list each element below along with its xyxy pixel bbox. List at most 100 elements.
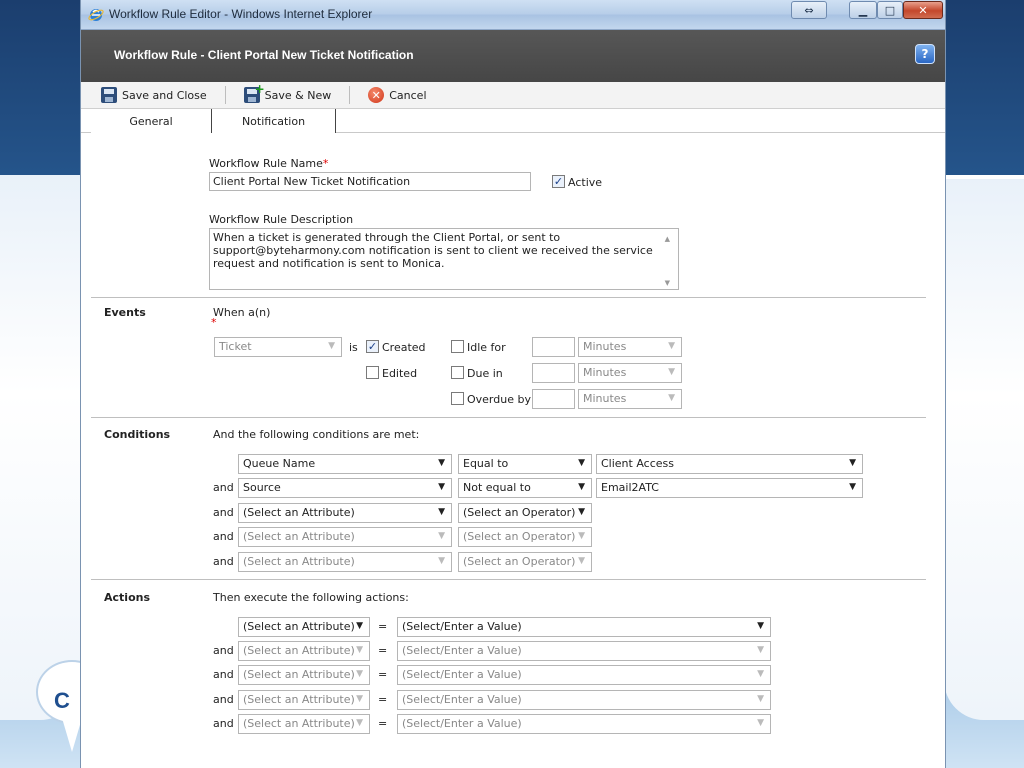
chevron-down-icon: ▼ — [849, 458, 856, 468]
and-label: and — [213, 668, 234, 681]
desktop-logo-text: C — [54, 688, 70, 713]
due-in-unit-select[interactable]: Minutes ▼ — [578, 363, 682, 383]
cancel-label: Cancel — [389, 88, 427, 102]
created-checkbox[interactable]: ✓ — [366, 340, 379, 353]
condition-attribute-select[interactable]: (Select an Attribute) ▼ — [238, 503, 452, 523]
condition-operator-select[interactable]: Not equal to ▼ — [458, 478, 592, 498]
chevron-down-icon: ▼ — [849, 482, 856, 492]
action-attribute-select[interactable]: (Select an Attribute) ▼ — [238, 690, 370, 710]
edited-label: Edited — [382, 367, 418, 380]
and-label: and — [213, 644, 234, 657]
actions-section-label: Actions — [104, 591, 150, 604]
close-icon: ✕ — [918, 3, 928, 17]
maximize-button[interactable]: □ — [877, 1, 903, 19]
general-tab-content: Workflow Rule Name* Client Portal New Ti… — [81, 133, 945, 768]
action-value-select[interactable]: (Select/Enter a Value) ▼ — [397, 690, 771, 710]
active-checkbox[interactable]: ✓ — [552, 175, 565, 188]
chevron-down-icon: ▼ — [668, 367, 675, 377]
due-in-value-input[interactable] — [532, 363, 575, 383]
workflow-rule-editor-window: Workflow Rule Editor - Windows Internet … — [80, 0, 946, 768]
overdue-by-unit-select[interactable]: Minutes ▼ — [578, 389, 682, 409]
minimize-icon: ▁ — [858, 3, 868, 17]
conditions-section-label: Conditions — [104, 428, 171, 441]
rule-description-textarea[interactable]: When a ticket is generated through the C… — [209, 228, 679, 290]
idle-for-label: Idle for — [467, 341, 506, 354]
save-icon — [101, 87, 117, 103]
rule-name-input[interactable]: Client Portal New Ticket Notification — [209, 172, 531, 191]
due-in-label: Due in — [467, 367, 503, 380]
divider — [91, 417, 926, 418]
scroll-down-icon[interactable]: ▼ — [665, 277, 670, 290]
and-label: and — [213, 530, 234, 543]
condition-attribute-select[interactable]: Source ▼ — [238, 478, 452, 498]
condition-operator-select[interactable]: (Select an Operator) ▼ — [458, 503, 592, 523]
overdue-by-value-input[interactable] — [532, 389, 575, 409]
action-attribute-select[interactable]: (Select an Attribute) ▼ — [238, 617, 370, 637]
idle-for-value-input[interactable] — [532, 337, 575, 357]
idle-for-unit-select[interactable]: Minutes ▼ — [578, 337, 682, 357]
tab-general[interactable]: General — [91, 109, 211, 133]
help-icon[interactable]: ? — [915, 44, 935, 64]
action-value-select[interactable]: (Select/Enter a Value) ▼ — [397, 665, 771, 685]
idle-for-checkbox[interactable] — [451, 340, 464, 353]
page-title: Workflow Rule - Client Portal New Ticket… — [114, 48, 414, 62]
desktop-background-left — [0, 175, 80, 720]
chevron-down-icon: ▼ — [757, 669, 764, 679]
active-label: Active — [568, 176, 603, 189]
and-label: and — [213, 555, 234, 568]
due-in-checkbox[interactable] — [451, 366, 464, 379]
action-attribute-select[interactable]: (Select an Attribute) ▼ — [238, 641, 370, 661]
save-and-new-button[interactable]: + Save & New — [243, 82, 331, 103]
and-label: and — [213, 693, 234, 706]
required-asterisk: * — [211, 316, 217, 329]
chevron-down-icon: ▼ — [356, 669, 363, 679]
divider — [91, 297, 926, 298]
equals-sign: = — [378, 644, 388, 657]
action-attribute-select[interactable]: (Select an Attribute) ▼ — [238, 665, 370, 685]
condition-value-select[interactable]: Email2ATC ▼ — [596, 478, 863, 498]
toolbar-separator — [349, 86, 351, 104]
edited-checkbox[interactable] — [366, 366, 379, 379]
condition-attribute-select[interactable]: (Select an Attribute) ▼ — [238, 552, 452, 572]
chevron-down-icon: ▼ — [757, 645, 764, 655]
created-label: Created — [382, 341, 426, 354]
condition-attribute-select[interactable]: Queue Name ▼ — [238, 454, 452, 474]
cancel-icon: ✕ — [368, 87, 385, 103]
chevron-down-icon: ▼ — [757, 694, 764, 704]
chevron-down-icon: ▼ — [578, 507, 585, 517]
resize-window-button[interactable]: ⇔ — [791, 1, 827, 19]
chevron-down-icon: ▼ — [356, 718, 363, 728]
condition-operator-select[interactable]: (Select an Operator) ▼ — [458, 552, 592, 572]
action-value-select[interactable]: (Select/Enter a Value) ▼ — [397, 641, 771, 661]
action-value-select[interactable]: (Select/Enter a Value) ▼ — [397, 617, 771, 637]
condition-attribute-select[interactable]: (Select an Attribute) ▼ — [238, 527, 452, 547]
condition-operator-select[interactable]: (Select an Operator) ▼ — [458, 527, 592, 547]
events-section-label: Events — [104, 306, 146, 319]
overdue-by-checkbox[interactable] — [451, 392, 464, 405]
action-attribute-select[interactable]: (Select an Attribute) ▼ — [238, 714, 370, 734]
close-window-button[interactable]: ✕ — [903, 1, 943, 19]
internet-explorer-icon — [88, 9, 104, 21]
action-value-select[interactable]: (Select/Enter a Value) ▼ — [397, 714, 771, 734]
chevron-down-icon: ▼ — [438, 458, 445, 468]
save-and-close-button[interactable]: Save and Close — [101, 87, 207, 103]
cancel-button[interactable]: ✕ Cancel — [368, 87, 427, 103]
chevron-down-icon: ▼ — [578, 556, 585, 566]
condition-operator-select[interactable]: Equal to ▼ — [458, 454, 592, 474]
double-arrow-icon: ⇔ — [804, 3, 814, 17]
chevron-down-icon: ▼ — [356, 694, 363, 704]
scroll-up-icon[interactable]: ▲ — [665, 233, 670, 246]
condition-value-select[interactable]: Client Access ▼ — [596, 454, 863, 474]
equals-sign: = — [378, 717, 388, 730]
rule-description-text: When a ticket is generated through the C… — [213, 231, 653, 270]
title-bar: Workflow Rule Editor - Windows Internet … — [81, 0, 945, 30]
chevron-down-icon: ▼ — [578, 482, 585, 492]
chevron-down-icon: ▼ — [356, 645, 363, 655]
tab-notification[interactable]: Notification — [211, 109, 336, 133]
chevron-down-icon: ▼ — [578, 531, 585, 541]
toolbar-separator — [224, 86, 226, 104]
save-and-close-label: Save and Close — [122, 88, 207, 102]
minimize-button[interactable]: ▁ — [849, 1, 877, 19]
equals-sign: = — [378, 668, 388, 681]
entity-select[interactable]: Ticket ▼ — [214, 337, 342, 357]
